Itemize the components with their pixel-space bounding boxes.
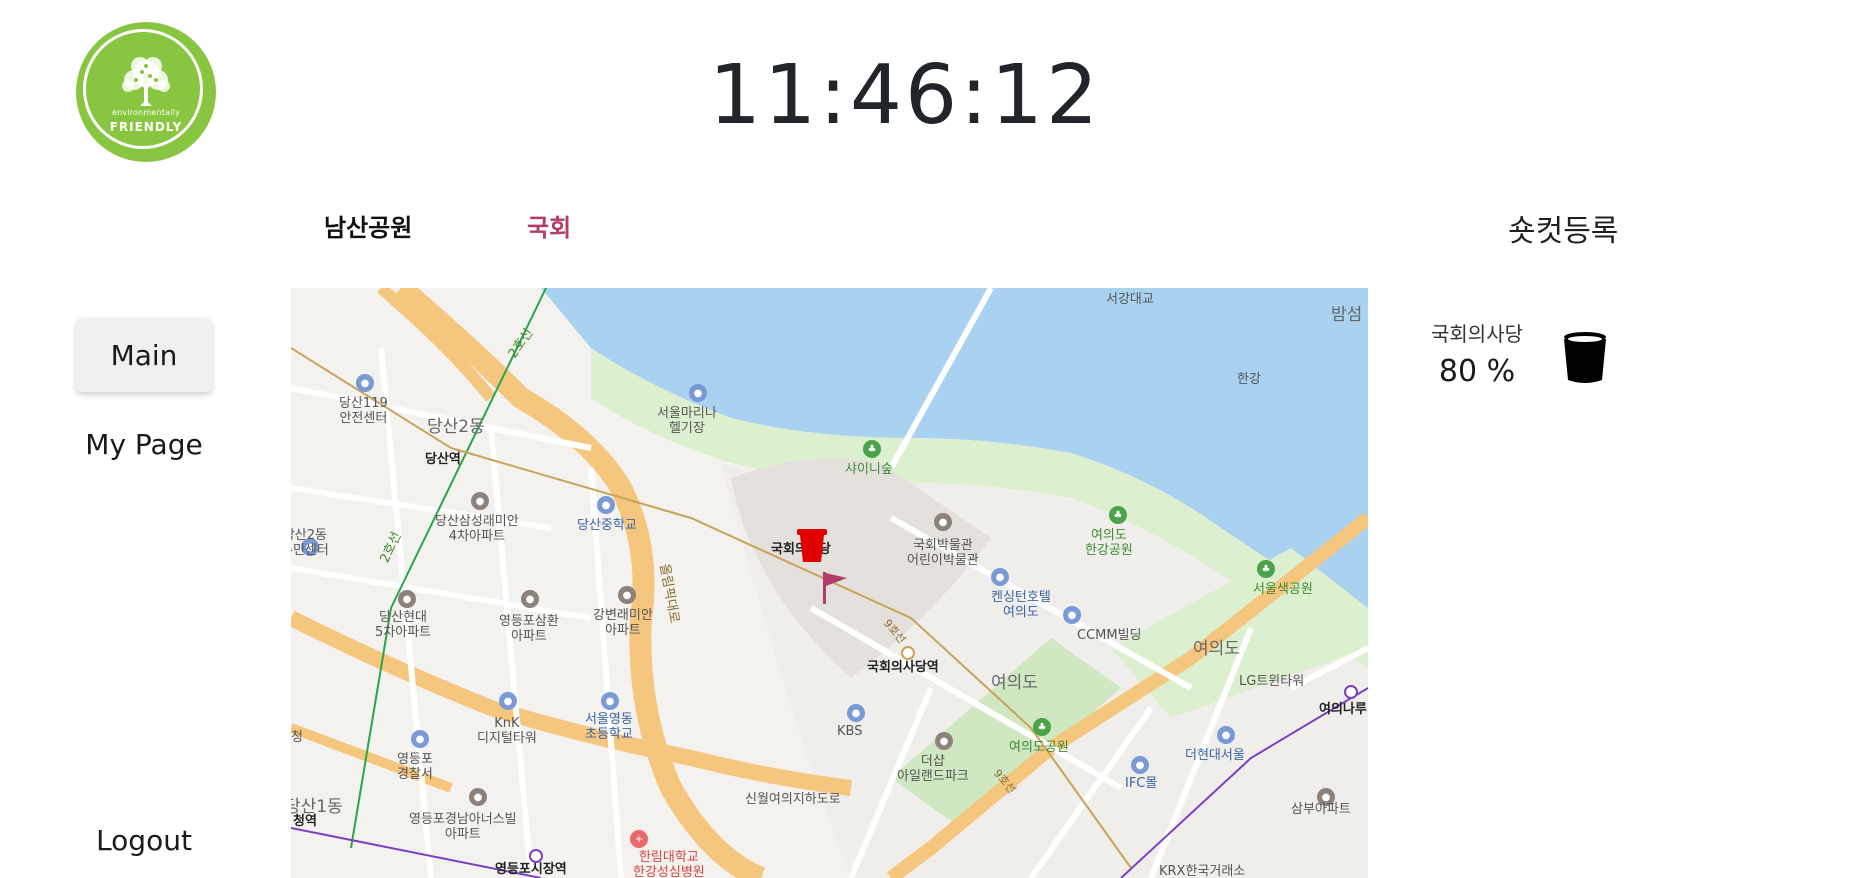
logo-small-text: environmentally [111, 108, 181, 117]
poi-icon: ● [847, 704, 865, 722]
map-label: 밤섬 [1331, 305, 1363, 325]
tree-icon: ♣ [863, 440, 881, 458]
map-label: 여의도 [1193, 639, 1240, 659]
tree-icon: ♣ [1109, 506, 1127, 524]
map-label: 켄싱턴호텔 여의도 [991, 590, 1051, 620]
map-label: 당산2동 [427, 417, 485, 437]
poi-icon: ● [411, 730, 429, 748]
flag-marker-icon[interactable] [819, 570, 851, 606]
map-label: 당산역 [425, 452, 461, 467]
map-label: 서울영동 초등학교 [585, 712, 633, 742]
tree-icon: ♣ [1257, 560, 1275, 578]
map-label: 당산119 안전센터 [339, 396, 388, 426]
map-label: 영등포시장역 [495, 862, 567, 877]
map-label: 서울색공원 [1253, 582, 1313, 597]
map[interactable]: ● ● ♣ ● ● ● ♣ ● ● ♣ ● ● ● ● ● ● ● ♣ ● ● … [291, 288, 1368, 878]
poi-icon: ● [1131, 756, 1149, 774]
clock: 11:46:12 [708, 48, 1102, 143]
poi-icon: ● [499, 692, 517, 710]
poi-icon: ● [934, 513, 952, 531]
map-label: 국회의사당역 [867, 660, 939, 675]
map-label: 여의도공원 [1009, 740, 1069, 755]
trash-can-icon [1564, 332, 1606, 383]
tab-namsan-park[interactable]: 남산공원 [324, 208, 412, 243]
map-label: 영등포경남아너스빌 아파트 [409, 812, 517, 842]
map-label: 여의도 [991, 673, 1038, 693]
map-label: LG트윈타워 [1239, 674, 1305, 689]
tree-icon: ♣ [1033, 718, 1051, 736]
poi-icon: ● [521, 590, 539, 608]
map-label: 서강대교 [1106, 292, 1154, 307]
shortcut-register-link[interactable]: 숏컷등록 [1508, 206, 1618, 250]
tab-national-assembly[interactable]: 국회 [527, 208, 571, 243]
poi-icon: ● [471, 492, 489, 510]
nav-main-button[interactable]: Main [76, 318, 212, 392]
map-label: 강변래미안 아파트 [593, 608, 653, 638]
logo[interactable]: environmentally FRIENDLY [76, 22, 216, 162]
map-label: 여의도 한강공원 [1085, 528, 1133, 558]
map-label: 한림대학교 한강성심병원 [633, 850, 705, 878]
bin-fill-percent: 80 % [1438, 354, 1516, 389]
hospital-icon: + [630, 830, 648, 848]
nav-mypage-link[interactable]: My Page [76, 428, 212, 461]
poi-icon: ● [1063, 606, 1081, 624]
map-label: 더현대서울 [1185, 748, 1245, 763]
map-label: 서울마리나 헬기장 [657, 406, 717, 436]
poi-icon: ● [991, 568, 1009, 586]
map-label: 신월여의지하도로 [745, 792, 841, 807]
bin-location-name: 국회의사당 [1431, 322, 1523, 346]
tree-icon [122, 57, 170, 106]
bin-marker-icon[interactable] [795, 526, 831, 566]
map-label: CCMM빌딩 [1077, 628, 1142, 643]
poi-icon: ● [597, 496, 615, 514]
map-label: 샤이니숲 [845, 462, 893, 477]
map-label: 당산중학교 [577, 518, 637, 533]
map-label: 국회박물관 어린이박물관 [907, 538, 979, 568]
page: environmentally FRIENDLY 11:46:12 남산공원 국… [0, 0, 1859, 878]
map-label: 영등포삼환 아파트 [499, 614, 559, 644]
map-label: 청역 [293, 814, 317, 829]
map-label: KRX한국거래소 [1159, 864, 1246, 878]
map-label: KBS [837, 724, 863, 739]
map-label: 청 [291, 730, 303, 745]
map-label: 더샵 아일랜드파크 [897, 754, 969, 784]
nav-logout-link[interactable]: Logout [76, 824, 212, 857]
poi-icon: ● [398, 590, 416, 608]
map-label: 당산2동 주민센터 [291, 528, 329, 558]
map-label: 당산현대 5차아파트 [375, 610, 432, 640]
poi-icon: ● [356, 374, 374, 392]
map-label: 당산1동 [291, 797, 343, 817]
map-label: 여의나루 [1319, 702, 1367, 717]
logo-big-text: FRIENDLY [109, 120, 183, 134]
map-label: 영등포 경찰서 [397, 752, 433, 782]
poi-icon: ● [618, 586, 636, 604]
map-label: 삼부아파트 [1291, 802, 1351, 817]
poi-icon: ● [689, 384, 707, 402]
map-label: KnK 디지털타워 [477, 716, 537, 746]
poi-icon: ● [935, 732, 953, 750]
poi-icon: ● [1217, 726, 1235, 744]
map-label: 당산삼성래미안 4차아파트 [435, 514, 519, 544]
map-label: IFC몰 [1125, 776, 1158, 791]
map-label: 한강 [1237, 372, 1261, 387]
poi-icon: ● [601, 692, 619, 710]
poi-icon: ● [469, 788, 487, 806]
